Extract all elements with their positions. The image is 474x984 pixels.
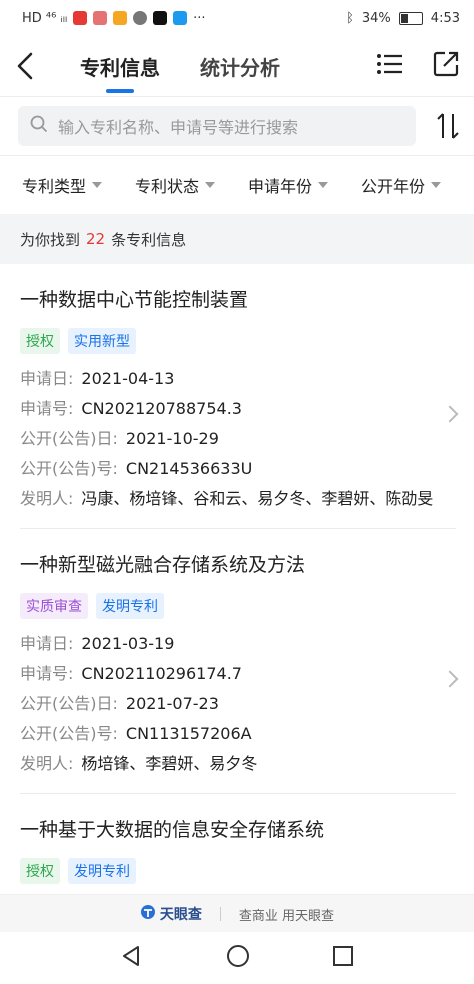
brand-footer: 天眼查 查商业 用天眼查 — [0, 894, 474, 933]
caret-down-icon — [205, 182, 216, 188]
bluetooth-icon: ᛒ — [346, 10, 354, 26]
field-application-date: 申请日: 2021-03-19 — [20, 634, 175, 653]
patent-title: 一种数据中心节能控制装置 — [20, 289, 249, 311]
more-notifications-icon: ··· — [193, 10, 206, 26]
tab-bar: 专利信息 统计分析 — [80, 52, 280, 81]
field-publication-number: 公开(公告)号: CN113157206A — [20, 724, 252, 743]
mail-icon — [113, 11, 128, 25]
battery-percent: 34% — [361, 10, 391, 26]
filter-label: 专利状态 — [135, 177, 200, 196]
brand-name: 天眼查 — [159, 907, 202, 923]
filter-label: 专利类型 — [22, 177, 87, 196]
filter-label: 申请年份 — [248, 177, 313, 196]
nav-actions — [376, 36, 460, 96]
result-count-bar: 为你找到 22 条专利信息 — [0, 214, 474, 264]
app-notification-icon — [93, 11, 108, 25]
filter-label: 公开年份 — [361, 177, 426, 196]
field-publication-date: 公开(公告)日: 2021-07-23 — [20, 694, 219, 713]
type-tag: 发明专利 — [96, 593, 164, 619]
status-tag: 授权 — [20, 328, 60, 354]
patent-title: 一种新型磁光融合存储系统及方法 — [20, 554, 306, 576]
patent-card[interactable]: 一种数据中心节能控制装置 授权 实用新型 申请日: 2021-04-13 申请号:… — [0, 264, 474, 514]
tab-patent-info[interactable]: 专利信息 — [80, 52, 160, 81]
caret-down-icon — [431, 182, 442, 188]
tianyancha-logo-icon — [140, 904, 156, 924]
divider — [219, 907, 221, 921]
system-back-icon[interactable] — [120, 944, 144, 972]
back-icon[interactable] — [0, 36, 50, 96]
filter-application-year[interactable]: 申请年份 — [248, 173, 361, 197]
search-placeholder: 输入专利名称、申请号等进行搜索 — [58, 118, 299, 137]
patent-card[interactable]: 一种基于大数据的信息安全存储系统 授权 发明专利 — [0, 794, 474, 884]
field-application-date: 申请日: 2021-04-13 — [20, 369, 175, 388]
status-bar: HD ⁴⁶ ᵢₗₗ ··· ᛒ 34% 4:53 — [0, 0, 474, 36]
patent-title: 一种基于大数据的信息安全存储系统 — [20, 819, 325, 841]
type-tag: 实用新型 — [68, 328, 136, 354]
caret-down-icon — [318, 182, 329, 188]
type-tag: 发明专利 — [68, 858, 136, 884]
sort-icon[interactable] — [416, 111, 460, 141]
tiktok-icon — [153, 11, 168, 25]
field-publication-number: 公开(公告)号: CN214536633U — [20, 459, 253, 478]
search-icon — [30, 115, 48, 137]
list-icon[interactable] — [376, 52, 404, 80]
caret-down-icon — [92, 182, 103, 188]
clock: 4:53 — [430, 10, 460, 26]
field-inventors: 发明人: 杨培锋、李碧妍、易夕冬 — [20, 754, 258, 773]
nav-bar: 专利信息 统计分析 — [0, 36, 474, 96]
chat-icon — [133, 11, 148, 25]
search-row: 输入专利名称、申请号等进行搜索 — [0, 96, 474, 155]
field-inventors: 发明人: 冯康、杨培锋、谷和云、易夕冬、李碧妍、陈劭旻 — [20, 489, 434, 508]
battery-icon — [398, 11, 423, 25]
share-icon[interactable] — [432, 50, 460, 82]
filter-patent-type[interactable]: 专利类型 — [22, 173, 135, 197]
field-application-number: 申请号: CN202110296174.7 — [20, 664, 242, 683]
brand-slogan: 查商业 用天眼查 — [238, 908, 335, 924]
app-notification-icon — [73, 11, 88, 25]
tab-statistics[interactable]: 统计分析 — [200, 52, 280, 81]
result-prefix: 为你找到 — [20, 230, 81, 249]
brand-logo: 天眼查 — [140, 904, 202, 924]
filter-patent-status[interactable]: 专利状态 — [135, 173, 248, 197]
system-home-icon[interactable] — [225, 943, 251, 973]
patent-fields: 申请日: 2021-04-13 申请号: CN202120788754.3 公开(公… — [20, 364, 456, 514]
patent-tags: 实质审查 发明专利 — [20, 593, 456, 619]
result-count: 22 — [86, 230, 106, 248]
status-tag: 实质审查 — [20, 593, 88, 619]
system-nav-bar — [0, 932, 474, 984]
status-tag: 授权 — [20, 858, 60, 884]
field-application-number: 申请号: CN202120788754.3 — [20, 399, 242, 418]
result-suffix: 条专利信息 — [111, 230, 187, 249]
system-recents-icon[interactable] — [332, 945, 354, 971]
patent-fields: 申请日: 2021-03-19 申请号: CN202110296174.7 公开(公… — [20, 629, 456, 779]
status-left: HD ⁴⁶ ᵢₗₗ ··· — [22, 11, 206, 26]
filter-bar: 专利类型 专利状态 申请年份 公开年份 — [0, 155, 474, 214]
field-publication-date: 公开(公告)日: 2021-10-29 — [20, 429, 219, 448]
patent-tags: 授权 发明专利 — [20, 858, 456, 884]
network-indicator: HD ⁴⁶ ᵢₗₗ — [22, 10, 68, 26]
status-right: ᛒ 34% 4:53 — [346, 11, 460, 26]
patent-tags: 授权 实用新型 — [20, 328, 456, 354]
patent-card[interactable]: 一种新型磁光融合存储系统及方法 实质审查 发明专利 申请日: 2021-03-19… — [0, 529, 474, 779]
search-input[interactable]: 输入专利名称、申请号等进行搜索 — [18, 106, 416, 146]
filter-publication-year[interactable]: 公开年份 — [361, 173, 474, 197]
search-app-icon — [173, 11, 188, 25]
